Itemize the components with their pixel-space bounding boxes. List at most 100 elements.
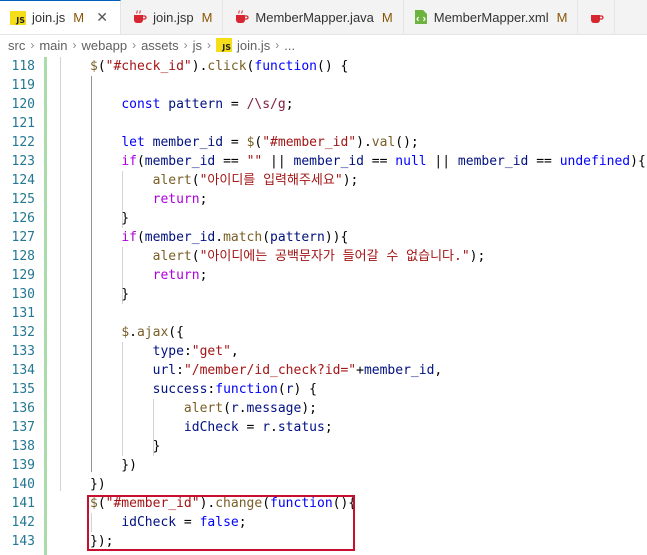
chevron-right-icon: ›	[183, 38, 188, 52]
code-text: alert("아이디를 입력해주세요");	[152, 173, 359, 188]
line-number: 134	[11, 363, 35, 378]
code-line[interactable]: 133 type:"get",	[0, 342, 647, 361]
line-number: 122	[11, 135, 35, 150]
tab-join-jsp[interactable]: join.jsp M	[121, 0, 224, 34]
code-text: }	[90, 287, 130, 302]
code-text: $("#check_id").click(function() {	[90, 59, 349, 74]
code-text: alert("아이디에는 공백문자가 들어갈 수 없습니다.");	[152, 249, 486, 264]
code-line[interactable]: 122 let member_id = $("#member_id").val(…	[0, 133, 647, 152]
line-number: 121	[11, 116, 35, 131]
modified-indicator: M	[73, 10, 85, 25]
line-number: 125	[11, 192, 35, 207]
tab-label: MemberMapper.xml	[433, 9, 549, 25]
code-line[interactable]: 127 if(member_id.match(pattern)){	[0, 228, 647, 247]
code-line[interactable]: 129 return;	[0, 266, 647, 285]
chevron-right-icon: ›	[207, 38, 212, 52]
code-line[interactable]: 118 $("#check_id").click(function() {	[0, 57, 647, 76]
line-number: 130	[11, 287, 35, 302]
close-icon[interactable]: ✕	[94, 9, 110, 26]
code-line[interactable]: 137 idCheck = r.status;	[0, 418, 647, 437]
tab-membermapper-java[interactable]: MemberMapper.java M	[223, 0, 404, 34]
breadcrumb-item[interactable]: join.js	[237, 38, 270, 53]
highlight-annotation-box	[87, 495, 355, 551]
java-file-icon	[131, 9, 147, 25]
code-text: }	[90, 211, 130, 226]
code-text: type:"get",	[152, 344, 239, 359]
chevron-right-icon: ›	[132, 38, 137, 52]
line-number: 135	[11, 382, 35, 397]
code-line[interactable]: 134 url:"/member/id_check?id="+member_id…	[0, 361, 647, 380]
code-editor[interactable]: 118 $("#check_id").click(function() { 119 1…	[0, 57, 647, 555]
line-number: 131	[11, 306, 35, 321]
chevron-right-icon: ›	[72, 38, 77, 52]
java-file-icon	[233, 9, 249, 25]
code-text: let member_id = $("#member_id").val();	[121, 135, 419, 150]
tab-overflow[interactable]	[578, 0, 616, 34]
line-number: 118	[11, 59, 35, 74]
line-number: 124	[11, 173, 35, 188]
code-line[interactable]: 138 }	[0, 437, 647, 456]
line-number: 139	[11, 458, 35, 473]
line-number: 123	[11, 154, 35, 169]
js-file-icon: JS	[216, 38, 233, 52]
code-line[interactable]: 124 alert("아이디를 입력해주세요");	[0, 171, 647, 190]
code-line[interactable]: 131	[0, 304, 647, 323]
breadcrumb-item[interactable]: ...	[284, 38, 295, 53]
code-line[interactable]: 132 $.ajax({	[0, 323, 647, 342]
js-file-icon: JS	[10, 10, 26, 25]
breadcrumb-item[interactable]: webapp	[82, 38, 128, 53]
code-text: alert(r.message);	[183, 401, 317, 416]
line-number: 126	[11, 211, 35, 226]
code-line[interactable]: 126 }	[0, 209, 647, 228]
line-number: 137	[11, 420, 35, 435]
code-line[interactable]: 135 success:function(r) {	[0, 380, 647, 399]
code-text: const pattern = /\s/g;	[121, 97, 294, 112]
breadcrumb-item[interactable]: main	[39, 38, 67, 53]
code-text: success:function(r) {	[152, 382, 318, 397]
line-number: 127	[11, 230, 35, 245]
breadcrumb: src › main › webapp › assets › js › JS j…	[0, 34, 647, 56]
code-line[interactable]: 125 return;	[0, 190, 647, 209]
code-text: if(member_id == "" || member_id == null …	[121, 154, 646, 169]
code-text: $.ajax({	[121, 325, 184, 340]
chevron-right-icon: ›	[275, 38, 280, 52]
line-number: 142	[11, 515, 35, 530]
line-number: 128	[11, 249, 35, 264]
line-number: 119	[11, 78, 35, 93]
line-number: 143	[11, 534, 35, 549]
line-number: 133	[11, 344, 35, 359]
code-line[interactable]: 130 }	[0, 285, 647, 304]
breadcrumb-item[interactable]: assets	[141, 38, 179, 53]
tab-label: MemberMapper.java	[255, 9, 374, 25]
line-number: 120	[11, 97, 35, 112]
line-number: 132	[11, 325, 35, 340]
modified-indicator: M	[201, 9, 213, 25]
breadcrumb-item[interactable]: src	[8, 38, 25, 53]
code-line[interactable]: 121	[0, 114, 647, 133]
xml-file-icon	[414, 9, 428, 25]
tab-membermapper-xml[interactable]: MemberMapper.xml M	[404, 0, 579, 34]
line-number: 136	[11, 401, 35, 416]
line-number: 140	[11, 477, 35, 492]
code-line[interactable]: 140})	[0, 475, 647, 494]
java-file-icon	[588, 9, 605, 25]
modified-indicator: M	[381, 9, 393, 25]
tab-join-js[interactable]: JS join.js M ✕	[0, 0, 122, 34]
code-line[interactable]: 120 const pattern = /\s/g;	[0, 95, 647, 114]
chevron-right-icon: ›	[30, 38, 35, 52]
breadcrumb-item[interactable]: js	[193, 38, 202, 53]
code-text: if(member_id.match(pattern)){	[121, 230, 349, 245]
tab-label: join.js	[32, 10, 66, 25]
modified-indicator: M	[556, 9, 568, 25]
code-text: })	[90, 458, 137, 473]
code-text: return;	[152, 192, 208, 207]
code-text: return;	[152, 268, 208, 283]
code-line[interactable]: 128 alert("아이디에는 공백문자가 들어갈 수 없습니다.");	[0, 247, 647, 266]
code-line[interactable]: 136 alert(r.message);	[0, 399, 647, 418]
line-number: 138	[11, 439, 35, 454]
line-number: 141	[11, 496, 35, 511]
code-line[interactable]: 119	[0, 76, 647, 95]
code-line[interactable]: 123 if(member_id == "" || member_id == n…	[0, 152, 647, 171]
editor-tab-bar: JS join.js M ✕ join.jsp M MemberMapper.j…	[0, 0, 647, 35]
code-line[interactable]: 139 })	[0, 456, 647, 475]
